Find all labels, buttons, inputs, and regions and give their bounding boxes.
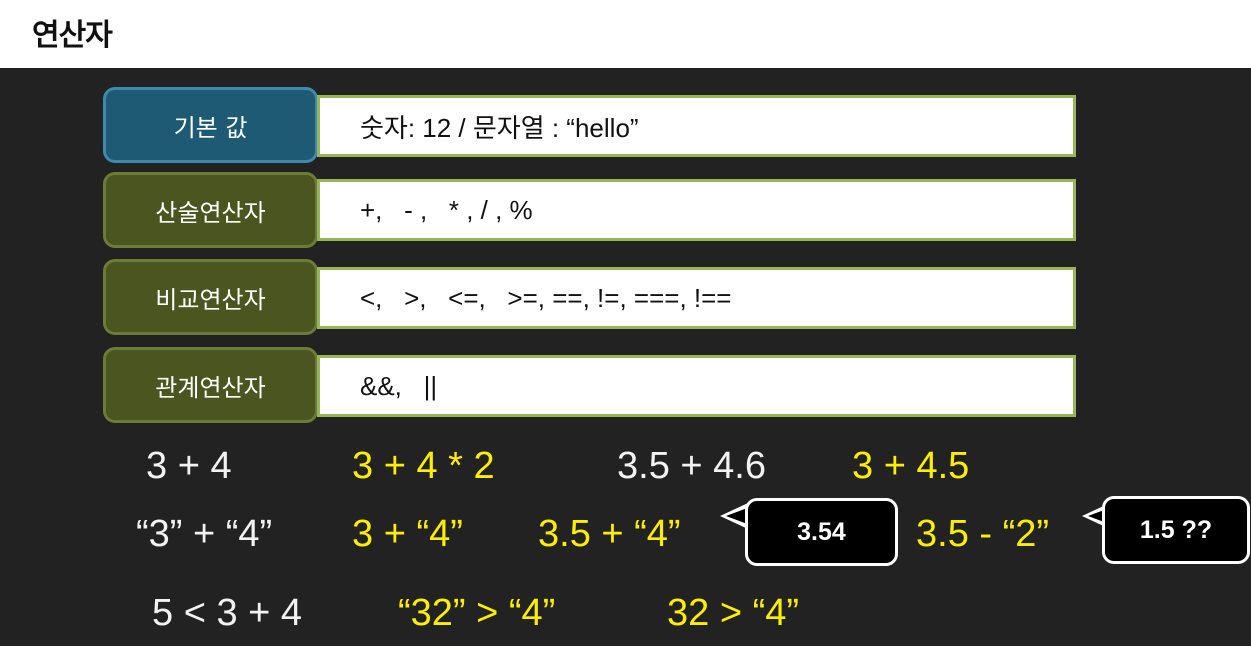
result-bubble: 3.54 — [745, 498, 898, 566]
label-basic-value: 기본 값 — [103, 87, 318, 163]
example-expression: 3.5 - “2” — [916, 513, 1050, 555]
content-arithmetic: +, - , * , / , % — [317, 179, 1076, 241]
example-expression: 5 < 3 + 4 — [152, 592, 303, 634]
example-expression: “32” > “4” — [398, 592, 556, 634]
example-expression: 32 > “4” — [667, 592, 800, 634]
content-comparison: <, >, <=, >=, ==, !=, ===, !== — [317, 267, 1076, 329]
result-bubble: 1.5 ?? — [1102, 496, 1250, 564]
example-expression: 3.5 + 4.6 — [617, 445, 766, 487]
example-expression: 3 + 4.5 — [852, 445, 970, 487]
example-expression: 3 + 4 — [146, 445, 232, 487]
title-bar: 연산자 — [0, 0, 1251, 68]
example-expression: 3 + “4” — [352, 513, 463, 555]
content-logical: &&, || — [317, 355, 1076, 417]
example-expression: 3.5 + “4” — [538, 513, 681, 555]
page-title: 연산자 — [32, 18, 113, 53]
label-logical: 관계연산자 — [103, 347, 318, 423]
content-basic-value: 숫자: 12 / 문자열 : “hello” — [317, 95, 1076, 157]
label-arithmetic: 산술연산자 — [103, 172, 318, 248]
example-expression: 3 + 4 * 2 — [352, 445, 495, 487]
label-comparison: 비교연산자 — [103, 259, 318, 335]
example-expression: “3” + “4” — [136, 513, 273, 555]
